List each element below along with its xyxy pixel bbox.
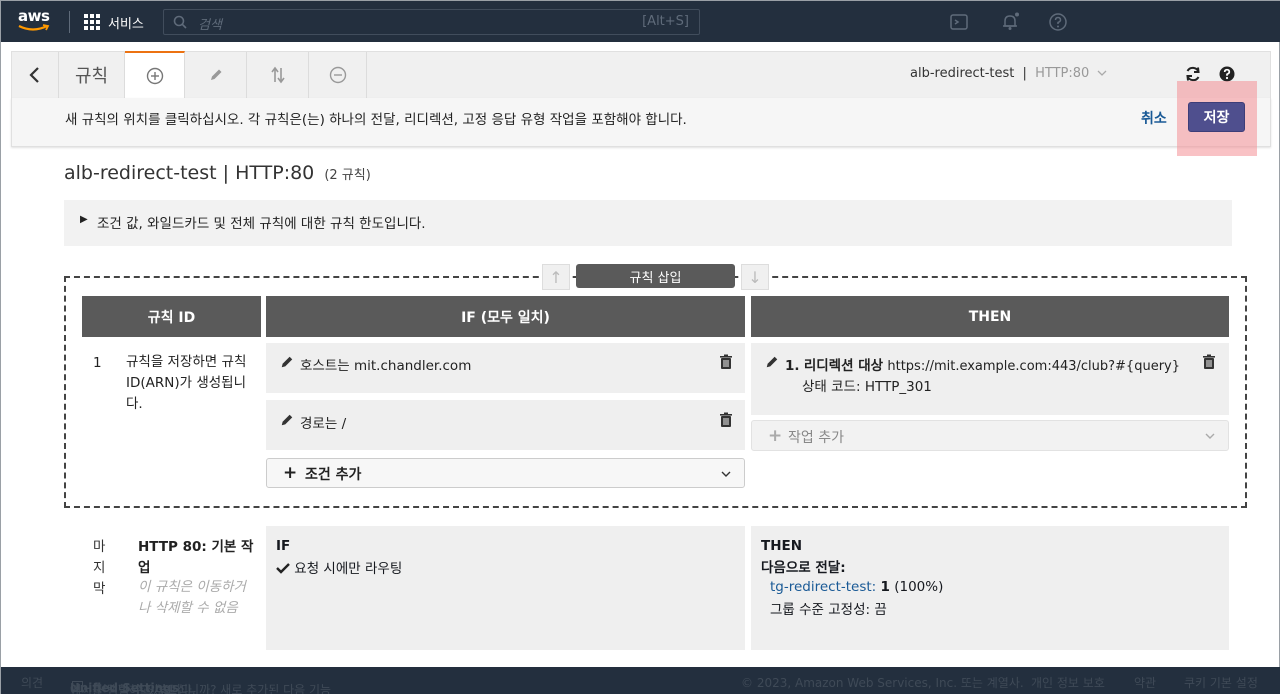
privacy-link[interactable]: 개인 정보 보호 (1031, 674, 1105, 691)
feedback-link[interactable]: 의견 (21, 674, 43, 691)
tab-reorder-rules[interactable] (247, 52, 309, 98)
search-input[interactable]: 검색 [Alt+S] (163, 9, 700, 35)
instruction-bar: 새 규칙의 위치를 클릭하십시오. 각 규칙은(는) 하나의 전달, 리디렉션,… (11, 98, 1271, 147)
save-button[interactable]: 저장 (1188, 102, 1245, 132)
search-icon (173, 15, 187, 29)
rule-position-last: 마지막 (93, 539, 106, 597)
add-condition-button[interactable]: + 조건 추가 (266, 458, 745, 488)
services-menu[interactable]: 서비스 (84, 12, 144, 32)
back-button[interactable] (12, 52, 59, 98)
tab-add-rule[interactable] (125, 51, 185, 98)
copyright: © 2023, Amazon Web Services, Inc. 또는 계열사… (741, 676, 1024, 690)
redirect-action-line: 1. 리디렉션 대상 https://mit.example.com:443/c… (785, 358, 1180, 374)
chevron-down-icon (1205, 433, 1215, 439)
condition-host-text: 호스트는 mit.chandler.com (300, 358, 472, 374)
redirect-action[interactable]: 1. 리디렉션 대상 https://mit.example.com:443/c… (751, 343, 1229, 415)
trash-icon[interactable] (719, 354, 733, 370)
redirect-status: 상태 코드: HTTP_301 (802, 379, 932, 395)
default-if-panel: IF 요청 시에만 라우팅 (266, 526, 745, 650)
rule-limits-text: 조건 값, 와일드카드 및 전체 규칙에 대한 규칙 한도입니다. (97, 216, 426, 232)
target-group-link[interactable]: tg-redirect-test: (770, 579, 876, 595)
rules-toolbar: 규칙 alb-redirect-test | HTTP:80 (11, 51, 1271, 98)
chevron-down-icon (721, 471, 731, 477)
condition-path-text: 경로는 / (300, 416, 347, 432)
caret-right-icon: ▶ (80, 214, 88, 225)
page-title: alb-redirect-test | HTTP:80 (2 규칙) (64, 162, 371, 184)
pencil-icon (210, 69, 221, 80)
arrow-down-icon: ↓ (748, 267, 762, 287)
plus-icon: + (768, 426, 783, 446)
plus-icon: + (283, 463, 298, 483)
default-then-label: THEN (761, 538, 803, 554)
pencil-icon[interactable] (280, 355, 294, 369)
rules-title-tab: 규칙 (59, 52, 125, 98)
forward-label: 다음으로 전달: (761, 560, 846, 576)
search-shortcut: [Alt+S] (642, 14, 689, 29)
terms-link[interactable]: 약관 (1134, 674, 1156, 691)
top-navigation: aws 서비스 검색 [Alt+S] (1, 1, 1280, 42)
add-action-button[interactable]: + 작업 추가 (751, 420, 1229, 451)
default-rule-note: 이 규칙은 이동하거나 삭제할 수 없음 (138, 579, 246, 616)
rule-id: 1 (93, 355, 102, 371)
listener-port: HTTP:80 (1035, 66, 1090, 81)
pencil-icon[interactable] (280, 413, 294, 427)
services-label: 서비스 (108, 16, 144, 32)
search-placeholder: 검색 (198, 18, 222, 33)
default-rule-name: HTTP 80: 기본 작업 (138, 539, 254, 576)
listener-separator: | (1022, 66, 1027, 81)
trash-icon[interactable] (719, 412, 733, 428)
grid-icon (84, 14, 100, 30)
insert-rule-label: 규칙 삽입 (576, 264, 735, 288)
chevron-down-icon (1097, 70, 1107, 76)
instruction-message: 새 규칙의 위치를 클릭하십시오. 각 규칙은(는) 하나의 전달, 리디렉션,… (65, 112, 687, 128)
bell-icon[interactable] (1000, 12, 1020, 32)
default-if-label: IF (276, 538, 291, 554)
arrow-up-icon: ↑ (549, 267, 563, 287)
add-condition-label: 조건 추가 (305, 467, 362, 483)
move-up-button[interactable]: ↑ (542, 264, 570, 290)
page-title-text: alb-redirect-test | HTTP:80 (64, 162, 315, 184)
rule-limits-expander[interactable]: ▶ 조건 값, 와일드카드 및 전체 규칙에 대한 규칙 한도입니다. (64, 200, 1232, 246)
chevron-left-icon (29, 67, 39, 83)
rule-id-header: 규칙 ID (82, 296, 261, 337)
forward-target: tg-redirect-test: 1 (100%) (770, 579, 944, 595)
plus-circle-icon (146, 67, 163, 84)
minus-circle-icon (329, 66, 346, 84)
rule-id-note: 규칙을 저장하면 규칙 ID(ARN)가 생성됩니다. (126, 354, 247, 412)
trash-icon[interactable] (1202, 354, 1216, 370)
tab-edit-rule[interactable] (185, 52, 247, 98)
aws-logo-text: aws (18, 7, 50, 25)
listener-selector[interactable]: alb-redirect-test | HTTP:80 (910, 66, 1107, 81)
tab-delete-rule[interactable] (309, 52, 367, 98)
pencil-icon[interactable] (765, 355, 779, 369)
nav-divider (69, 11, 70, 33)
condition-path[interactable]: 경로는 / (266, 400, 745, 450)
aws-logo[interactable]: aws (18, 7, 54, 35)
cookie-settings-link[interactable]: 쿠키 기본 설정 (1184, 674, 1258, 691)
condition-host[interactable]: 호스트는 mit.chandler.com (266, 343, 745, 393)
load-balancer-name: alb-redirect-test (910, 66, 1015, 81)
then-header: THEN (751, 296, 1229, 337)
check-icon (276, 563, 290, 574)
rule-count: (2 규칙) (324, 168, 371, 183)
footer: 의견 언어를 선택하고 싶으십니까? 새로 추가된 다음 기능 Unified S… (1, 667, 1280, 694)
cancel-button[interactable]: 취소 (1141, 108, 1167, 128)
sort-arrows-icon (270, 66, 285, 84)
default-if-condition: 요청 시에만 라우팅 (276, 557, 402, 577)
stickiness-text: 그룹 수준 고정성: 끔 (770, 602, 887, 618)
default-then-panel: THEN 다음으로 전달: tg-redirect-test: 1 (100%)… (751, 526, 1229, 650)
rules-title: 규칙 (74, 66, 109, 87)
help-icon[interactable] (1048, 12, 1068, 32)
cloudshell-icon[interactable] (949, 12, 969, 32)
if-header: IF (모두 일치) (266, 296, 745, 337)
move-down-button[interactable]: ↓ (741, 264, 769, 290)
add-action-label: 작업 추가 (788, 430, 844, 446)
aws-smile-icon (18, 24, 50, 31)
